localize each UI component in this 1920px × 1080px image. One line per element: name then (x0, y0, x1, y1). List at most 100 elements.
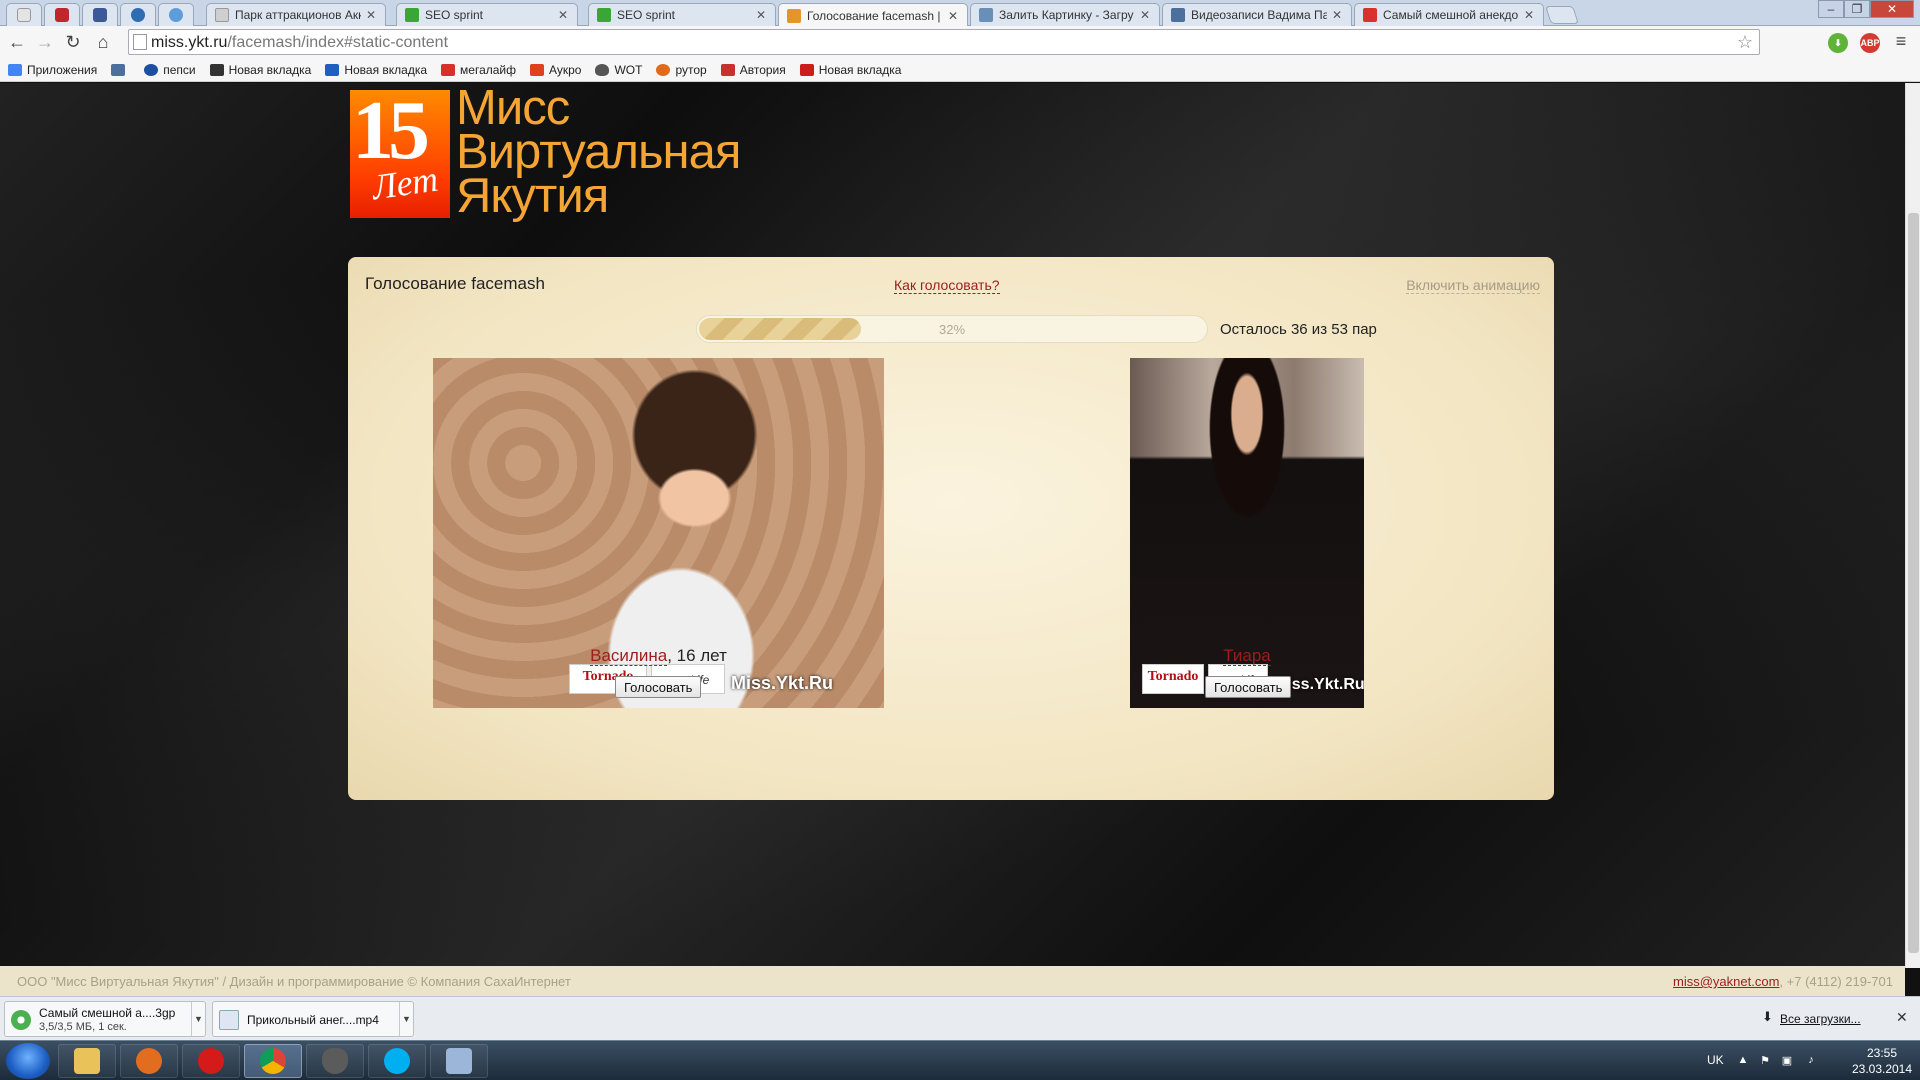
youtube-icon (799, 63, 814, 76)
tab-1[interactable]: Парк аттракционов Акко ✕ (206, 3, 386, 26)
forward-arrow-icon[interactable]: → (34, 31, 56, 53)
bookmark-rutor[interactable]: рутор (656, 63, 707, 77)
vote-left-button[interactable]: Голосовать (615, 676, 702, 698)
download-item-1[interactable]: Самый смешной а....3gp 3,5/3,5 МБ, 1 сек… (4, 1001, 206, 1037)
close-icon[interactable]: ✕ (947, 9, 959, 23)
download-extension-icon[interactable]: ⬇ (1828, 33, 1848, 53)
bookmark-pepsi[interactable]: пепси (144, 63, 196, 77)
bookmark-star-icon[interactable]: ☆ (1737, 32, 1753, 53)
progress-bar: 32% (696, 315, 1208, 343)
close-icon[interactable]: ✕ (557, 8, 569, 22)
aukro-icon (530, 63, 544, 76)
badge-word: Лет (369, 158, 441, 208)
new-tab-button[interactable] (1545, 6, 1579, 24)
tab-5[interactable]: Залить Картинку - Загру ✕ (970, 3, 1160, 26)
pinned-tab-2[interactable] (44, 3, 80, 26)
taskbar-media-player[interactable] (120, 1044, 178, 1078)
taskbar-opera[interactable] (182, 1044, 240, 1078)
bookmark-label: Автория (739, 62, 786, 77)
close-icon[interactable]: ✕ (365, 8, 377, 22)
pinned-tab-4[interactable] (120, 3, 156, 26)
bookmark-wot[interactable]: WOT (595, 63, 642, 77)
bookmark-new-tab-1[interactable]: Новая вкладка (209, 62, 312, 77)
bookmark-label: Новая вкладка (228, 62, 312, 77)
download-name: Прикольный анег....mp4 (247, 1013, 379, 1027)
page-scrollbar[interactable] (1905, 83, 1920, 968)
footer-email-link[interactable]: miss@yaknet.com (1673, 974, 1779, 989)
pinned-tab-3[interactable] (82, 3, 118, 26)
tab-3[interactable]: SEO sprint ✕ (588, 3, 776, 26)
tab-2[interactable]: SEO sprint ✕ (396, 3, 578, 26)
vote-right-button[interactable]: Голосовать (1205, 676, 1292, 698)
how-to-vote-link[interactable]: Как голосовать? (894, 277, 1000, 294)
bookmark-new-tab-3[interactable]: Новая вкладка (799, 63, 901, 77)
scrollbar-thumb[interactable] (1908, 213, 1919, 953)
pinned-tab-5[interactable] (158, 3, 194, 26)
download-arrow-icon: ⬇ (1762, 1009, 1773, 1024)
clock-date[interactable]: 23.03.2014 (1846, 1062, 1918, 1076)
menu-icon[interactable]: ≡ (1890, 30, 1912, 52)
chevron-down-icon[interactable]: ▼ (191, 1002, 205, 1036)
contestant-name-link[interactable]: Тиара (1223, 646, 1271, 666)
close-window-button[interactable]: ✕ (1870, 0, 1914, 18)
close-icon[interactable]: ✕ (1331, 8, 1343, 22)
show-hidden-icons-icon[interactable]: ▲ (1736, 1054, 1750, 1068)
taskbar-explorer[interactable] (58, 1044, 116, 1078)
chevron-down-icon[interactable]: ▼ (399, 1002, 413, 1036)
media-player-icon (136, 1048, 162, 1074)
taskbar-skype[interactable] (368, 1044, 426, 1078)
enable-animation-link[interactable]: Включить анимацию (1406, 277, 1540, 294)
paint-icon (446, 1048, 472, 1074)
minimize-button[interactable]: – (1818, 0, 1844, 18)
anniversary-badge: 15 Лет (350, 84, 450, 218)
bookmark-vk[interactable] (111, 63, 130, 76)
close-icon[interactable]: ✕ (1523, 8, 1535, 22)
all-downloads-link[interactable]: Все загрузки... (1780, 1012, 1861, 1026)
tab-7[interactable]: Самый смешной анекдо ✕ (1354, 3, 1544, 26)
reload-icon[interactable]: ↻ (62, 31, 84, 53)
back-arrow-icon[interactable]: ← (6, 31, 28, 53)
car-icon (325, 63, 340, 76)
tab-active[interactable]: Голосование facemash | М ✕ (778, 3, 968, 27)
keyboard-language[interactable]: UK (1707, 1053, 1724, 1067)
bookmark-label: WOT (614, 62, 643, 77)
bookmark-apps[interactable]: Приложения (8, 63, 97, 77)
taskbar-wot[interactable] (306, 1044, 364, 1078)
contestant-name-link[interactable]: Василина (590, 646, 668, 666)
bookmark-avtoria[interactable]: Автория (720, 62, 786, 77)
bookmark-new-tab-2[interactable]: Новая вкладка (325, 63, 427, 77)
bookmark-label: мегалайф (460, 62, 516, 77)
footer-phone: , +7 (4112) 219-701 (1779, 974, 1893, 989)
close-icon[interactable]: ✕ (1139, 8, 1151, 22)
close-icon[interactable]: ✕ (755, 8, 767, 22)
start-button[interactable] (6, 1043, 50, 1079)
bookmark-megalife[interactable]: мегалайф (441, 63, 516, 77)
site-footer: ООО "Мисс Виртуальная Якутия" / Дизайн и… (0, 966, 1905, 996)
tab-6[interactable]: Видеозаписи Вадима Па ✕ (1162, 3, 1352, 26)
action-center-flag-icon[interactable]: ⚑ (1758, 1054, 1772, 1068)
close-icon[interactable]: ✕ (1896, 1009, 1908, 1026)
site-logo[interactable]: 15 Лет Мисс Виртуальная Якутия (350, 83, 770, 223)
network-icon[interactable]: ▣ (1780, 1054, 1794, 1068)
contestant-name-right: Тиара (1130, 646, 1364, 666)
clock-time[interactable]: 23:55 (1850, 1046, 1914, 1060)
tab-title: Видеозаписи Вадима Па (1191, 8, 1327, 22)
restore-button[interactable]: ❐ (1844, 0, 1870, 18)
download-item-2[interactable]: Прикольный анег....mp4 ▼ (212, 1001, 414, 1037)
taskbar-paint[interactable] (430, 1044, 488, 1078)
url-path: /facemash/index#static-content (227, 34, 449, 51)
seo-sprint-icon (597, 8, 611, 22)
panel-title: Голосование facemash (365, 274, 545, 293)
megalife-icon (441, 63, 456, 76)
page-icon (133, 34, 147, 50)
taskbar-chrome[interactable] (244, 1044, 302, 1078)
watermark-brand: Tornado (1142, 664, 1204, 694)
address-bar[interactable]: miss.ykt.ru/facemash/index#static-conten… (128, 29, 1760, 55)
volume-icon[interactable]: ♪ (1804, 1054, 1818, 1068)
bookmark-aukro[interactable]: Аукро (530, 63, 581, 77)
adblock-icon[interactable]: ABP (1860, 33, 1880, 53)
skype-icon (384, 1048, 410, 1074)
pinned-tab-1[interactable] (6, 3, 42, 26)
vk-icon (1171, 8, 1185, 22)
home-icon[interactable]: ⌂ (92, 31, 114, 53)
